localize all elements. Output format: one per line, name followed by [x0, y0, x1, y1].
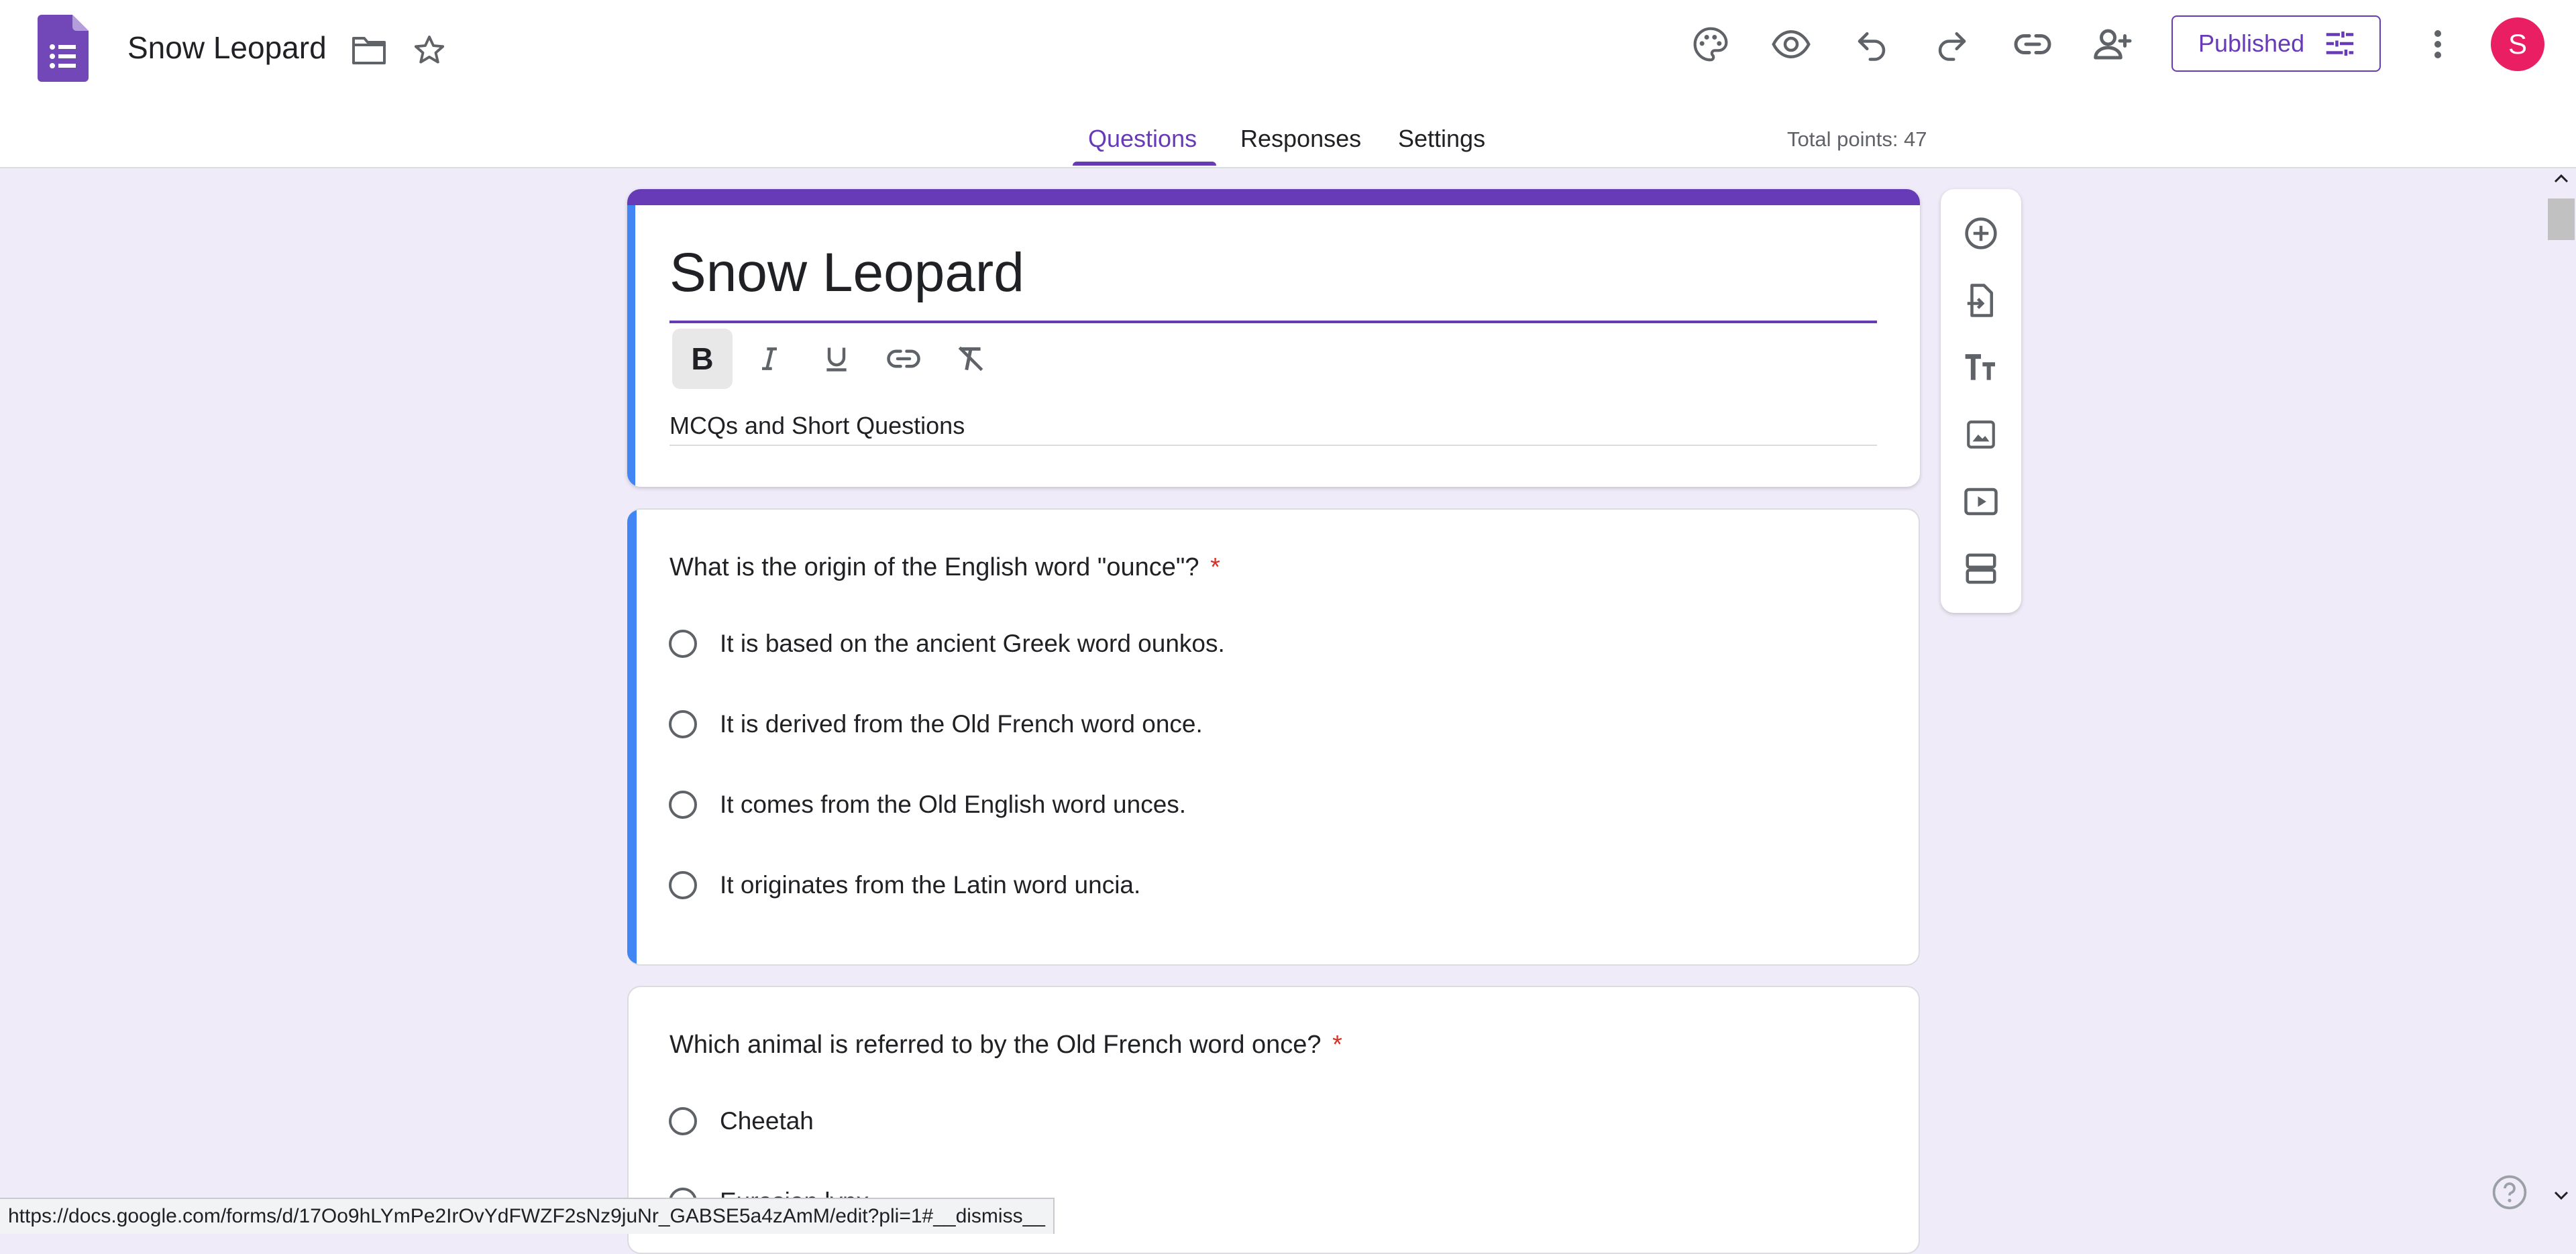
- folder-icon[interactable]: [335, 17, 402, 84]
- title-card-accent: [627, 189, 1920, 205]
- clear-format-icon: [958, 346, 983, 372]
- add-title-icon: [1965, 354, 1995, 380]
- question-text: What is the origin of the English word "…: [669, 553, 1199, 581]
- clear-format-button[interactable]: [941, 329, 1001, 389]
- add-title-button[interactable]: [1941, 334, 2021, 401]
- undo-icon[interactable]: [1838, 11, 1905, 78]
- option-row[interactable]: It originates from the Latin word uncia.: [669, 865, 1140, 905]
- form-title-card: Snow Leopard B MCQs and Short Questions: [627, 189, 1920, 487]
- add-question-button[interactable]: [1941, 200, 2021, 267]
- option-label: It is based on the ancient Greek word ou…: [720, 630, 1225, 657]
- total-points: Total points: 47: [1787, 127, 1927, 151]
- avatar-letter: S: [2508, 28, 2527, 60]
- option-row[interactable]: Cheetah: [669, 1101, 814, 1141]
- bold-icon: B: [691, 341, 714, 376]
- add-video-icon: [1964, 488, 1998, 516]
- title-card-focus-bar: [627, 205, 635, 487]
- italic-icon: [762, 347, 777, 370]
- app-header: Snow Leopard Published S Questions Respo…: [0, 0, 2576, 168]
- add-person-icon[interactable]: [2080, 11, 2147, 78]
- question-text: Which animal is referred to by the Old F…: [669, 1031, 1322, 1059]
- radio-button[interactable]: [669, 1107, 697, 1135]
- more-vert-icon[interactable]: [2404, 11, 2471, 78]
- tab-settings[interactable]: Settings: [1398, 125, 1485, 153]
- option-row[interactable]: It comes from the Old English word unces…: [669, 785, 1186, 825]
- add-video-button[interactable]: [1941, 468, 2021, 535]
- underline-icon: [826, 347, 847, 372]
- side-toolbar: [1941, 189, 2021, 613]
- add-section-button[interactable]: [1941, 535, 2021, 602]
- italic-button[interactable]: [739, 329, 800, 389]
- add-question-icon: [1965, 217, 1997, 249]
- required-marker: *: [1332, 1031, 1342, 1059]
- radio-button[interactable]: [669, 791, 697, 819]
- document-title[interactable]: Snow Leopard: [127, 30, 327, 66]
- scrollbar-thumb[interactable]: [2548, 198, 2575, 240]
- tab-responses[interactable]: Responses: [1240, 125, 1361, 153]
- insert-link-button[interactable]: [873, 329, 934, 389]
- tab-questions[interactable]: Questions: [1088, 125, 1197, 153]
- tab-questions-indicator: [1073, 162, 1216, 166]
- question-card-1[interactable]: What is the origin of the English word "…: [627, 508, 1920, 966]
- option-row[interactable]: It is based on the ancient Greek word ou…: [669, 624, 1225, 664]
- avatar[interactable]: S: [2491, 17, 2544, 71]
- form-title-underline: [669, 321, 1877, 323]
- radio-button[interactable]: [669, 871, 697, 899]
- help-icon[interactable]: [2491, 1174, 2528, 1211]
- scroll-down-arrow[interactable]: [2553, 1190, 2569, 1202]
- radio-button[interactable]: [669, 710, 697, 738]
- option-label: It comes from the Old English word unces…: [720, 791, 1187, 818]
- forms-logo-icon[interactable]: [38, 15, 89, 82]
- status-bar-url: https://docs.google.com/forms/d/17Oo9hLY…: [0, 1198, 1055, 1234]
- form-description-input[interactable]: MCQs and Short Questions: [669, 412, 965, 440]
- radio-button[interactable]: [669, 630, 697, 658]
- required-marker: *: [1210, 553, 1220, 581]
- underline-button[interactable]: [806, 329, 867, 389]
- description-underline: [669, 445, 1877, 446]
- import-questions-button[interactable]: [1941, 267, 2021, 334]
- eye-icon[interactable]: [1758, 11, 1825, 78]
- tune-icon: [2322, 25, 2358, 62]
- star-icon[interactable]: [396, 17, 463, 84]
- option-label: Cheetah: [720, 1107, 814, 1135]
- import-questions-icon: [1967, 284, 1993, 317]
- option-label: It originates from the Latin word uncia.: [720, 871, 1141, 899]
- bold-button[interactable]: B: [672, 329, 733, 389]
- published-label: Published: [2198, 30, 2305, 57]
- scrollbar[interactable]: [2546, 168, 2576, 1233]
- insert-link-icon: [887, 349, 920, 368]
- published-button[interactable]: Published: [2171, 15, 2381, 72]
- redo-icon[interactable]: [1919, 11, 1986, 78]
- form-title-input[interactable]: Snow Leopard: [669, 241, 1024, 304]
- scroll-up-arrow[interactable]: [2553, 172, 2569, 184]
- option-row[interactable]: It is derived from the Old French word o…: [669, 704, 1203, 744]
- palette-icon[interactable]: [1677, 11, 1744, 78]
- add-section-icon: [1966, 553, 1996, 584]
- question-focus-bar: [627, 510, 637, 964]
- add-image-icon: [1967, 420, 1995, 449]
- link-icon[interactable]: [1999, 11, 2066, 78]
- option-label: It is derived from the Old French word o…: [720, 710, 1203, 738]
- add-image-button[interactable]: [1941, 401, 2021, 468]
